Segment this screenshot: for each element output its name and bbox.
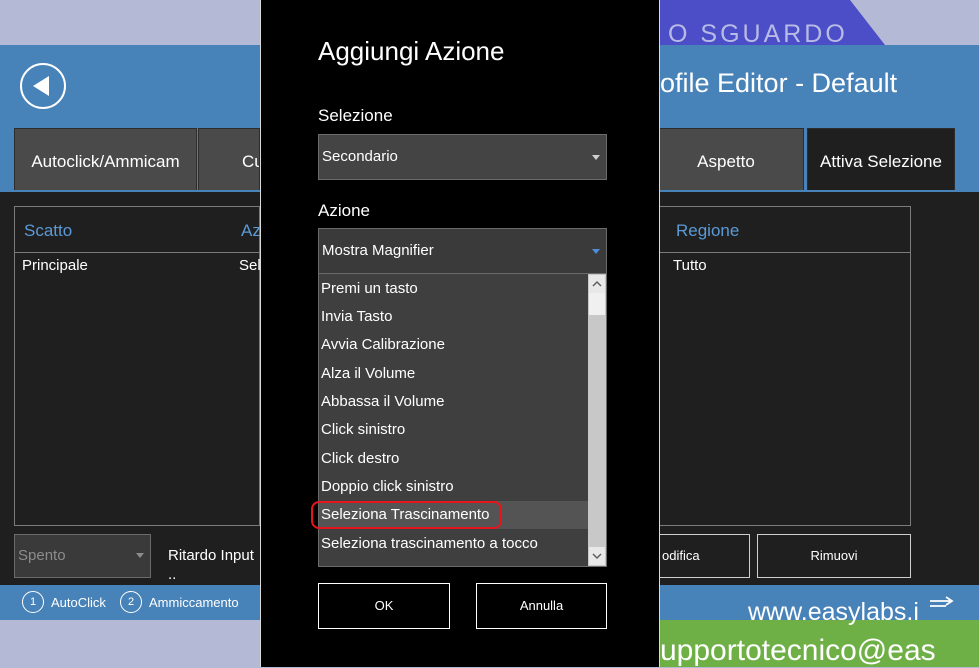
delay-label: Ritardo Input bbox=[168, 547, 254, 564]
status-autoclick-label: AutoClick bbox=[51, 595, 106, 610]
hand-swipe-icon[interactable] bbox=[928, 593, 956, 613]
tab-cu[interactable]: Cu bbox=[198, 128, 260, 190]
tab-autoclick[interactable]: Autoclick/Ammicam bbox=[14, 128, 197, 190]
list-item-invia-tasto[interactable]: Invia Tasto bbox=[319, 303, 589, 331]
scroll-down-arrow[interactable] bbox=[589, 547, 605, 565]
list-item-premi-un-tasto[interactable]: Premi un tasto bbox=[319, 275, 589, 303]
tab-aspetto[interactable]: Aspetto bbox=[646, 128, 804, 190]
ok-button[interactable]: OK bbox=[318, 583, 450, 629]
column-header-regione: Regione bbox=[676, 221, 740, 240]
selection-combo-value: Secondario bbox=[322, 148, 398, 165]
website-text: www.easylabs.i bbox=[748, 598, 919, 626]
tab-attiva-selezione[interactable]: Attiva Selezione bbox=[807, 128, 955, 190]
mode-select-value: Spento bbox=[18, 547, 66, 564]
actions-table-right: Regione Tutto bbox=[660, 206, 911, 526]
action-combo-value: Mostra Magnifier bbox=[322, 242, 434, 259]
table-row-regione[interactable]: Tutto bbox=[673, 257, 707, 274]
list-item-alza-volume[interactable]: Alza il Volume bbox=[319, 360, 589, 388]
list-item-seleziona-trascinamento-tocco[interactable]: Seleziona trascinamento a tocco bbox=[319, 530, 589, 558]
email-text: upportotecnico@eas bbox=[660, 634, 936, 667]
scroll-thumb[interactable] bbox=[589, 293, 605, 315]
page-title: ofile Editor - Default bbox=[660, 68, 898, 98]
scroll-up-arrow[interactable] bbox=[589, 275, 605, 293]
chevron-down-icon bbox=[592, 249, 600, 254]
list-item-doppio-click[interactable]: Doppio click sinistro bbox=[319, 473, 589, 501]
chevron-down-icon bbox=[136, 553, 144, 558]
actions-table-left: Scatto Az Principale Sel bbox=[14, 206, 261, 526]
selection-combo[interactable]: Secondario bbox=[318, 134, 607, 180]
number-2-icon: 2 bbox=[120, 591, 142, 613]
dropdown-scrollbar[interactable] bbox=[588, 274, 606, 566]
edit-button[interactable]: odifica bbox=[660, 534, 750, 578]
list-item-click-destro[interactable]: Click destro bbox=[319, 445, 589, 473]
list-item-abbassa-volume[interactable]: Abbassa il Volume bbox=[319, 388, 589, 416]
cancel-button[interactable]: Annulla bbox=[476, 583, 607, 629]
action-label: Azione bbox=[318, 201, 370, 220]
list-item-click-sinistro[interactable]: Click sinistro bbox=[319, 416, 589, 444]
chevron-down-icon bbox=[592, 155, 600, 160]
mode-select[interactable]: Spento bbox=[14, 534, 151, 578]
table-row-scatto[interactable]: Principale bbox=[22, 257, 88, 274]
list-item-avvia-calibrazione[interactable]: Avvia Calibrazione bbox=[319, 331, 589, 359]
selection-label: Selezione bbox=[318, 106, 393, 125]
back-arrow-icon[interactable] bbox=[20, 63, 66, 109]
remove-button[interactable]: Rimuovi bbox=[757, 534, 911, 578]
highlight-annotation bbox=[311, 501, 502, 529]
column-header-scatto: Scatto bbox=[24, 221, 73, 240]
status-ammiccamento-label: Ammiccamento bbox=[149, 595, 239, 610]
table-row-azione[interactable]: Sel bbox=[239, 257, 261, 274]
dialog-title: Aggiungi Azione bbox=[318, 36, 505, 66]
delay-label-continued: .. bbox=[168, 566, 177, 583]
column-header-azione: Az bbox=[241, 221, 261, 240]
action-combo[interactable]: Mostra Magnifier bbox=[318, 228, 607, 274]
number-1-icon: 1 bbox=[22, 591, 44, 613]
